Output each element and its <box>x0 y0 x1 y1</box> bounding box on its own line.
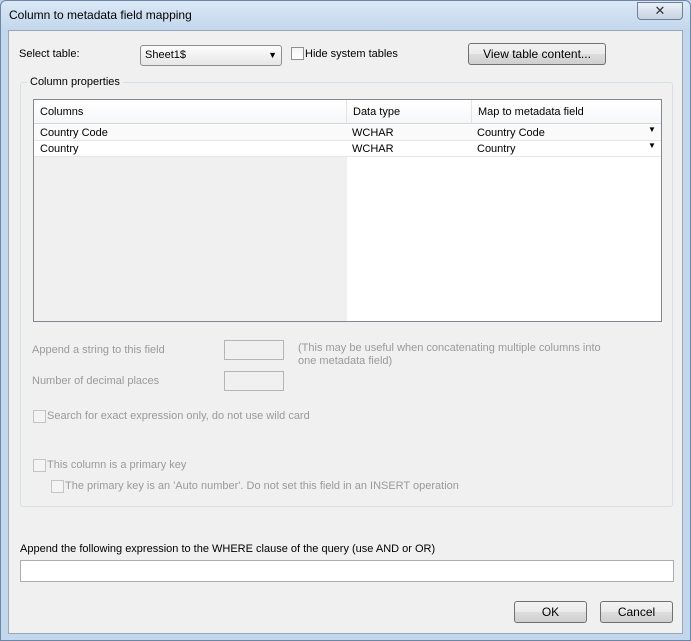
append-string-hint: (This may be useful when concatenating m… <box>298 342 601 367</box>
select-table-label: Select table: <box>19 48 80 60</box>
row-data-type: WCHAR <box>352 127 394 139</box>
auto-number-checkbox[interactable] <box>51 480 64 493</box>
table-select[interactable]: Sheet1$ ▼ <box>140 45 282 66</box>
column-header-data-type[interactable]: Data type <box>347 100 472 124</box>
row-data-type: WCHAR <box>352 143 394 155</box>
auto-number-label: The primary key is an 'Auto number'. Do … <box>65 480 459 492</box>
exact-expression-label: Search for exact expression only, do not… <box>47 410 310 422</box>
table-row[interactable]: Country Code WCHAR Country Code ▼ <box>34 125 661 141</box>
dialog-window: Column to metadata field mapping ✕ Selec… <box>0 0 691 641</box>
exact-expression-checkbox[interactable] <box>33 410 46 423</box>
hide-system-tables-label: Hide system tables <box>305 48 398 60</box>
chevron-down-icon: ▼ <box>268 50 277 60</box>
table-row[interactable]: Country WCHAR Country ▼ <box>34 141 661 157</box>
append-string-input[interactable] <box>224 340 284 360</box>
decimal-places-input[interactable] <box>224 371 284 391</box>
column-properties-legend: Column properties <box>27 76 123 88</box>
table-select-value: Sheet1$ <box>145 49 186 61</box>
title-bar[interactable]: Column to metadata field mapping ✕ <box>1 1 690 29</box>
where-clause-label: Append the following expression to the W… <box>20 543 436 555</box>
hide-system-tables-checkbox[interactable] <box>291 47 304 60</box>
chevron-down-icon[interactable]: ▼ <box>648 125 656 134</box>
column-mapping-grid[interactable]: Columns Data type Map to metadata field … <box>33 99 662 322</box>
primary-key-checkbox[interactable] <box>33 459 46 472</box>
chevron-down-icon[interactable]: ▼ <box>648 141 656 150</box>
append-string-label: Append a string to this field <box>32 344 165 356</box>
primary-key-label: This column is a primary key <box>47 459 187 471</box>
view-table-content-button[interactable]: View table content... <box>468 43 606 65</box>
row-column-name: Country Code <box>40 127 108 139</box>
close-button[interactable]: ✕ <box>637 2 683 20</box>
window-title: Column to metadata field mapping <box>9 8 192 22</box>
decimal-places-label: Number of decimal places <box>32 375 160 387</box>
row-column-name: Country <box>40 143 79 155</box>
row-mapped-field[interactable]: Country <box>477 143 516 155</box>
column-header-columns[interactable]: Columns <box>34 100 347 124</box>
row-mapped-field[interactable]: Country Code <box>477 127 545 139</box>
grid-empty-area <box>34 157 347 321</box>
ok-button[interactable]: OK <box>514 601 587 623</box>
close-icon: ✕ <box>654 3 666 18</box>
where-clause-input[interactable] <box>20 560 674 582</box>
column-header-map-to-field[interactable]: Map to metadata field <box>472 100 661 124</box>
cancel-button[interactable]: Cancel <box>600 601 673 623</box>
dialog-client-area: Select table: Sheet1$ ▼ Hide system tabl… <box>8 30 683 634</box>
